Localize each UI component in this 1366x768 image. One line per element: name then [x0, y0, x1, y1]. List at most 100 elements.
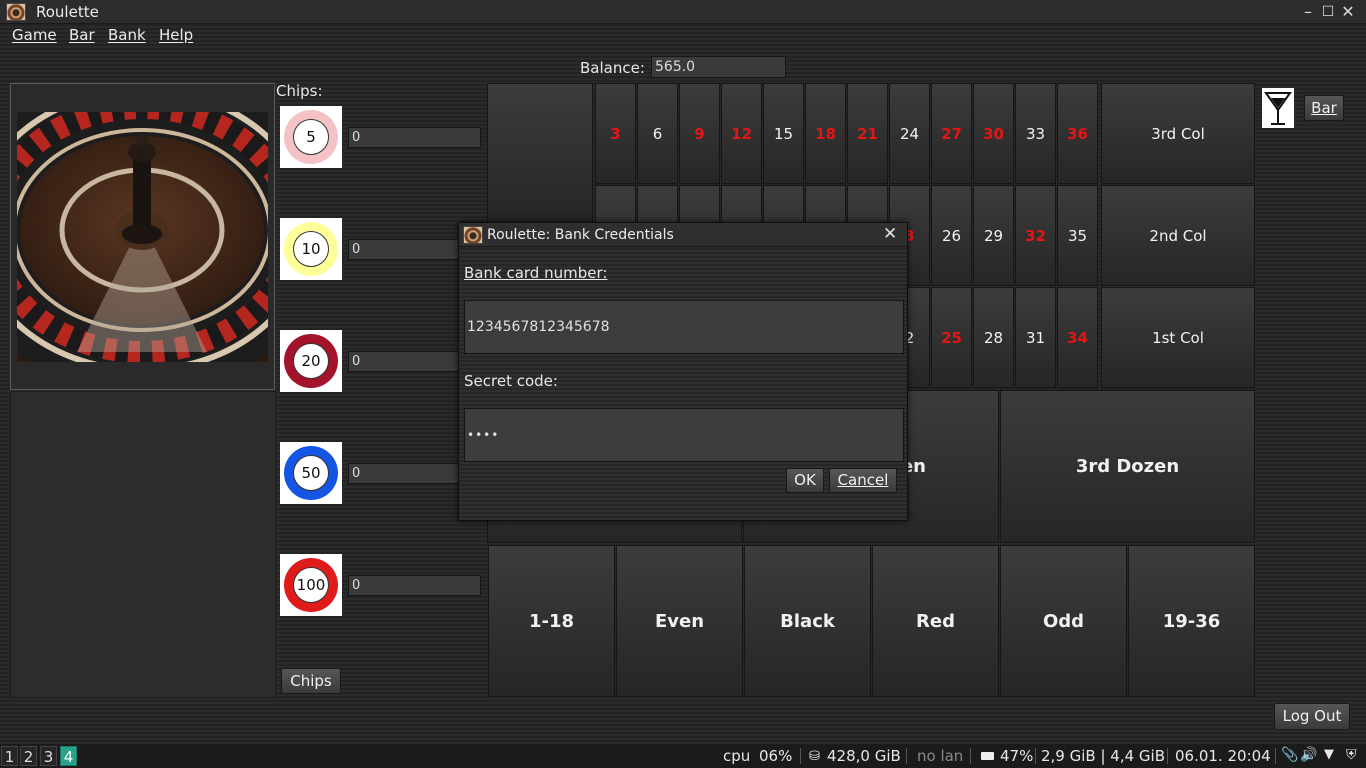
roulette-wheel-image: [17, 112, 268, 362]
number-cell[interactable]: 15: [763, 83, 804, 184]
disk-icon: ⛁: [809, 749, 820, 764]
clock[interactable]: 06.01. 20:04: [1175, 747, 1271, 765]
ok-button[interactable]: OK: [786, 468, 824, 493]
number-cell[interactable]: 21: [847, 83, 888, 184]
chip-5-count: 0: [348, 127, 481, 148]
disk-free: 428,0 GiB: [827, 747, 901, 765]
zero-cell[interactable]: [487, 83, 593, 223]
balance-field: 565.0: [651, 56, 786, 78]
workspace-3[interactable]: 3: [40, 746, 57, 766]
roulette-app-icon: [463, 226, 483, 244]
dialog-body: Bank card number: 1234567812345678 Secre…: [459, 248, 907, 520]
column-3-bet[interactable]: 3rd Col: [1101, 83, 1255, 184]
chip-50[interactable]: 50: [280, 442, 342, 504]
third-dozen-bet[interactable]: 3rd Dozen: [1000, 390, 1255, 543]
maximize-icon[interactable]: ☐: [1318, 2, 1338, 22]
workspace-4[interactable]: 4: [60, 746, 77, 766]
card-number-label: Bank card number:: [464, 264, 607, 282]
dialog-close-icon[interactable]: ✕: [883, 224, 897, 244]
title-bar: Roulette – ☐ ✕: [0, 0, 1366, 24]
separator: [970, 748, 971, 764]
number-cell[interactable]: 25: [931, 287, 972, 388]
chip-100-value: 100: [293, 567, 329, 603]
number-cell[interactable]: 30: [973, 83, 1014, 184]
dialog-title: Roulette: Bank Credentials: [487, 227, 674, 243]
paperclip-icon[interactable]: 📎: [1281, 747, 1298, 763]
number-cell[interactable]: 9: [679, 83, 720, 184]
secret-code-field[interactable]: ••••: [464, 408, 904, 462]
separator: [1035, 748, 1036, 764]
bet-black[interactable]: Black: [744, 545, 871, 697]
card-number-label-text: Bank card number:: [464, 264, 608, 282]
number-cell[interactable]: 31: [1015, 287, 1056, 388]
number-cell[interactable]: 24: [889, 83, 930, 184]
shield-icon[interactable]: ⛨: [1346, 747, 1357, 763]
chip-50-value: 50: [293, 455, 329, 491]
number-cell[interactable]: 36: [1057, 83, 1098, 184]
secret-code-label: Secret code:: [464, 372, 558, 390]
number-cell[interactable]: 34: [1057, 287, 1098, 388]
card-number-field[interactable]: 1234567812345678: [464, 300, 904, 354]
cocktail-glass-icon[interactable]: [1262, 88, 1294, 128]
chip-20[interactable]: 20: [280, 330, 342, 392]
number-cell[interactable]: 6: [637, 83, 678, 184]
chips-label: Chips:: [276, 82, 323, 100]
workspace-2[interactable]: 2: [20, 746, 37, 766]
volume-icon[interactable]: 🔊: [1300, 747, 1317, 763]
chip-100[interactable]: 100: [280, 554, 342, 616]
close-icon[interactable]: ✕: [1338, 2, 1358, 22]
number-cell[interactable]: 12: [721, 83, 762, 184]
menu-bank[interactable]: Bank: [108, 26, 146, 44]
dialog-title-bar: Roulette: Bank Credentials ✕: [459, 223, 907, 247]
balance-label: Balance:: [580, 59, 645, 77]
chip-10[interactable]: 10: [280, 218, 342, 280]
secret-code-label-text: Secret code:: [464, 372, 558, 390]
number-cell[interactable]: 32: [1015, 185, 1056, 286]
chip-100-count: 0: [348, 575, 481, 596]
separator: [1275, 748, 1276, 764]
chip-5-value: 5: [293, 119, 329, 155]
minimize-icon[interactable]: –: [1298, 2, 1318, 22]
battery-icon: [981, 752, 994, 760]
chip-20-value: 20: [293, 343, 329, 379]
separator: [800, 748, 801, 764]
window-title: Roulette: [36, 3, 99, 21]
bet-even[interactable]: Even: [616, 545, 743, 697]
cpu-value: 06%: [759, 747, 793, 765]
cpu-label: cpu: [723, 747, 751, 765]
bank-credentials-dialog: Roulette: Bank Credentials ✕ Bank card n…: [458, 222, 908, 521]
battery-level: 47%: [1000, 747, 1034, 765]
number-cell[interactable]: 33: [1015, 83, 1056, 184]
bet-1-18[interactable]: 1-18: [488, 545, 615, 697]
bet-red[interactable]: Red: [872, 545, 999, 697]
column-1-bet[interactable]: 1st Col: [1101, 287, 1255, 388]
menu-game[interactable]: Game: [12, 26, 57, 44]
number-cell[interactable]: 28: [973, 287, 1014, 388]
workspace-1[interactable]: 1: [1, 746, 18, 766]
number-cell[interactable]: 18: [805, 83, 846, 184]
memory-usage: 2,9 GiB | 4,4 GiB: [1041, 747, 1165, 765]
number-cell[interactable]: 29: [973, 185, 1014, 286]
number-cell[interactable]: 27: [931, 83, 972, 184]
separator: [906, 748, 907, 764]
bet-odd[interactable]: Odd: [1000, 545, 1127, 697]
logout-button[interactable]: Log Out: [1274, 703, 1350, 730]
chip-5[interactable]: 5: [280, 106, 342, 168]
bet-19-36[interactable]: 19-36: [1128, 545, 1255, 697]
number-cell[interactable]: 35: [1057, 185, 1098, 286]
wifi-icon[interactable]: ▼: [1324, 747, 1334, 762]
cancel-button[interactable]: Cancel: [829, 468, 897, 493]
chips-button[interactable]: Chips: [281, 668, 341, 694]
roulette-app-icon: [6, 3, 26, 21]
number-cell[interactable]: 26: [931, 185, 972, 286]
chip-10-value: 10: [293, 231, 329, 267]
menu-bar-drinks[interactable]: Bar: [69, 26, 95, 44]
bar-button[interactable]: Bar: [1304, 95, 1344, 121]
taskbar: 1 2 3 4 cpu 06% ⛁ 428,0 GiB no lan 47% 2…: [0, 744, 1366, 768]
menu-bar: Game Bar Bank Help: [0, 24, 1366, 48]
column-2-bet[interactable]: 2nd Col: [1101, 185, 1255, 286]
separator: [1167, 748, 1168, 764]
network-status: no lan: [917, 747, 964, 765]
number-cell[interactable]: 3: [595, 83, 636, 184]
menu-help[interactable]: Help: [159, 26, 193, 44]
